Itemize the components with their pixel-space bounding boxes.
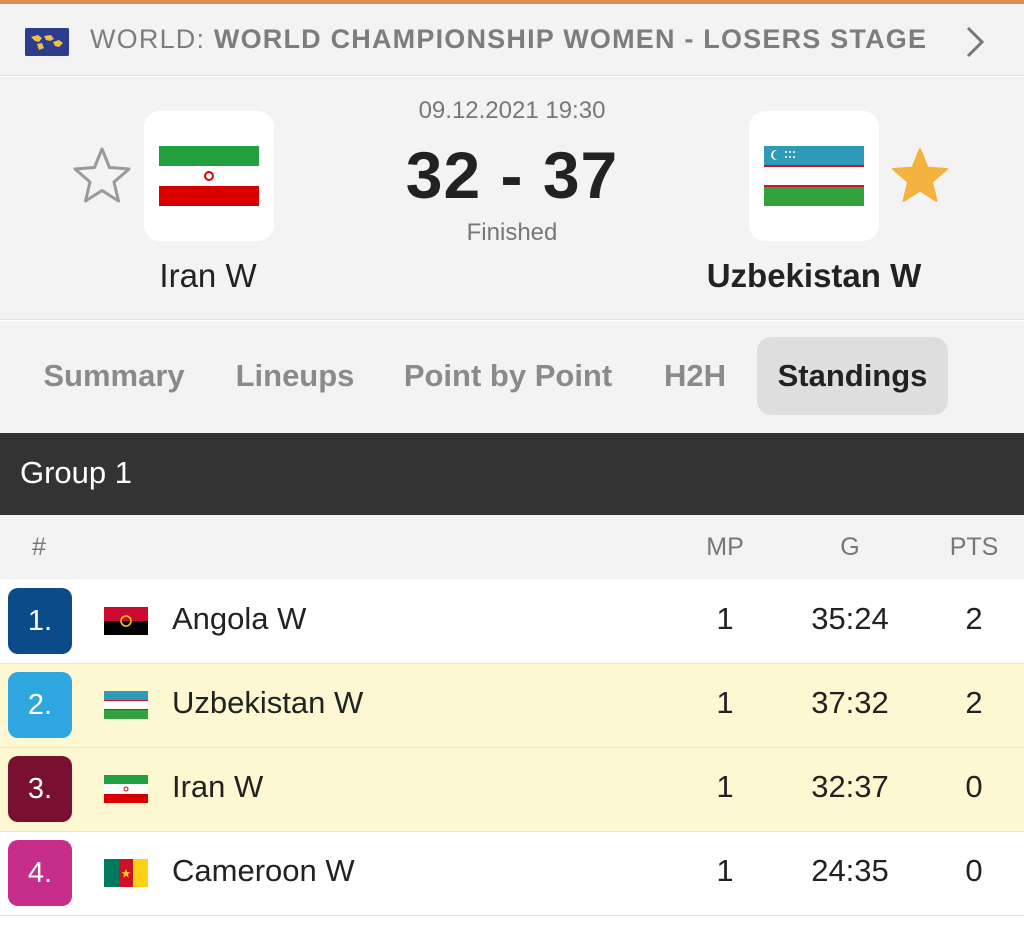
goals: 37:32 <box>811 685 889 720</box>
chevron-right-icon[interactable] <box>960 24 990 60</box>
world-flag-icon <box>25 28 69 56</box>
team-name[interactable]: Uzbekistan W <box>172 685 363 721</box>
matches-played: 1 <box>716 685 734 720</box>
iran-flag-logo[interactable] <box>144 111 274 241</box>
header-pts: PTS <box>949 533 999 561</box>
away-team-name[interactable]: Uzbekistan W <box>664 257 964 295</box>
rank-badge: 2. <box>8 672 72 738</box>
tab-summary[interactable]: Summary <box>28 337 200 415</box>
match-datetime: 09.12.2021 19:30 <box>418 97 606 124</box>
header-mp: MP <box>706 533 744 561</box>
header-g: G <box>840 533 860 561</box>
favorite-star-outline-icon[interactable] <box>71 145 133 207</box>
cameroon-flag-icon <box>104 859 148 887</box>
match-status: Finished <box>466 219 558 246</box>
goals: 24:35 <box>811 853 889 888</box>
league-header[interactable]: WORLD: WORLD CHAMPIONSHIP WOMEN - LOSERS… <box>0 4 1024 76</box>
table-row[interactable]: 4. Cameroon W 1 24:35 0 <box>0 832 1024 916</box>
matches-played: 1 <box>716 853 734 888</box>
iran-flag-icon <box>104 775 148 803</box>
tab-lineups[interactable]: Lineups <box>222 337 368 415</box>
match-tabs: Summary Lineups Point by Point H2H Stand… <box>0 321 1024 433</box>
matches-played: 1 <box>716 769 734 804</box>
goals: 32:37 <box>811 769 889 804</box>
team-name[interactable]: Cameroon W <box>172 853 355 889</box>
standings-table-header: # MP G PTS <box>0 515 1024 579</box>
points: 2 <box>965 601 983 636</box>
header-rank: # <box>32 533 46 561</box>
tab-point-by-point[interactable]: Point by Point <box>390 337 626 415</box>
table-row[interactable]: 1. Angola W 1 35:24 2 <box>0 580 1024 664</box>
team-name[interactable]: Iran W <box>172 769 263 805</box>
tab-h2h[interactable]: H2H <box>650 337 740 415</box>
points: 2 <box>965 685 983 720</box>
match-header: Iran W 09.12.2021 19:30 32 - 37 Finished… <box>0 77 1024 320</box>
uzbekistan-flag-logo[interactable] <box>749 111 879 241</box>
uzbekistan-flag-icon <box>104 691 148 719</box>
match-score: 32 - 37 <box>405 138 619 212</box>
rank-badge: 1. <box>8 588 72 654</box>
team-name[interactable]: Angola W <box>172 601 306 637</box>
table-row[interactable]: 3. Iran W 1 32:37 0 <box>0 748 1024 832</box>
table-row[interactable]: 2. Uzbekistan W 1 37:32 2 <box>0 664 1024 748</box>
favorite-star-filled-icon[interactable] <box>889 145 951 207</box>
points: 0 <box>965 769 983 804</box>
tab-standings[interactable]: Standings <box>757 337 948 415</box>
rank-badge: 4. <box>8 840 72 906</box>
league-title: WORLD: WORLD CHAMPIONSHIP WOMEN - LOSERS… <box>90 24 928 54</box>
matches-played: 1 <box>716 601 734 636</box>
angola-flag-icon <box>104 607 148 635</box>
rank-badge: 3. <box>8 756 72 822</box>
home-team-name[interactable]: Iran W <box>58 257 358 295</box>
points: 0 <box>965 853 983 888</box>
goals: 35:24 <box>811 601 889 636</box>
group-title: Group 1 <box>20 455 133 490</box>
group-header: Group 1 <box>0 433 1024 515</box>
